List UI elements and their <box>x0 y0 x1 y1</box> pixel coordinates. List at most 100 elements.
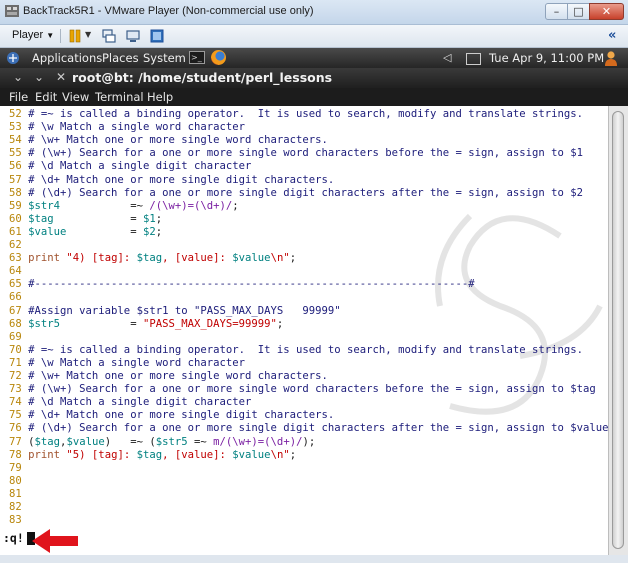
line-number: 67 <box>9 304 29 317</box>
terminal-launcher-icon[interactable]: >_ <box>189 51 205 64</box>
applications-menu[interactable]: Applications <box>32 51 102 65</box>
code-line: 52 # =~ is called a binding operator. It… <box>9 108 583 121</box>
menu-view[interactable]: View <box>62 90 89 104</box>
code-line: 80 <box>9 475 28 488</box>
code-token: "PASS_MAX_DAYS=99999" <box>142 317 277 330</box>
code-token: $str4 <box>28 199 61 212</box>
code-token: $value <box>232 448 271 461</box>
code-line: 70 # =~ is called a binding operator. It… <box>9 344 583 357</box>
code-token: \n" <box>270 448 290 461</box>
line-number: 72 <box>9 370 29 382</box>
terminal-body[interactable]: 52 # =~ is called a binding operator. It… <box>0 106 608 555</box>
code-line: 72 # \w+ Match one or more single word c… <box>9 370 328 383</box>
code-token: ; <box>232 199 239 212</box>
send-ctrl-alt-del-icon[interactable] <box>102 29 116 43</box>
close-icon[interactable]: ✕ <box>56 70 66 84</box>
gnome-top-panel: Applications Places System >_ ◁ Tue Apr … <box>0 48 628 68</box>
code-line: 81 <box>9 488 28 501</box>
firefox-icon[interactable] <box>211 50 226 65</box>
menu-file[interactable]: File <box>9 90 28 104</box>
code-line: 65 #------------------------------------… <box>9 278 475 291</box>
minimize-button[interactable]: – <box>545 3 568 20</box>
collapse-toolbar-button[interactable]: « <box>608 28 616 43</box>
code-token: ; <box>289 252 297 265</box>
code-token: ; <box>276 317 284 330</box>
code-token: $str5 <box>28 317 61 330</box>
pause-icon[interactable] <box>68 29 82 43</box>
terminal-title: root@bt: /home/student/perl_lessons <box>72 70 333 85</box>
code-token: , [value]: <box>162 448 233 461</box>
code-token: $1 <box>142 212 156 225</box>
line-number: 74 <box>9 396 29 409</box>
code-token: \n" <box>270 252 290 265</box>
removable-devices-icon[interactable] <box>126 29 140 43</box>
code-line: 53 # \w Match a single word character <box>9 121 245 134</box>
code-line: 76 # (\d+) Search for a one or more sing… <box>9 422 608 435</box>
line-number: 56 <box>9 160 29 173</box>
line-number: 80 <box>9 474 29 487</box>
toolbar-divider <box>60 29 61 43</box>
speaker-icon[interactable]: ◁ <box>443 51 451 64</box>
line-number: 65 <box>9 278 29 291</box>
red-arrow-icon <box>32 529 78 553</box>
close-button[interactable]: ✕ <box>589 3 624 20</box>
code-token: = <box>53 212 143 225</box>
code-token: , [value]: <box>162 252 233 265</box>
terminal-menubar: File Edit View Terminal Help <box>0 88 628 106</box>
code-token: # (\w+) Search for a one or more single … <box>28 383 596 396</box>
panel-clock[interactable]: Tue Apr 9, 11:00 PM <box>489 51 604 65</box>
vmware-toolbar: Player ▼ ▼ « <box>0 25 628 48</box>
scrollbar-thumb[interactable] <box>612 111 624 549</box>
menu-edit[interactable]: Edit <box>35 90 57 104</box>
line-number: 70 <box>9 343 29 356</box>
user-icon[interactable] <box>604 50 618 66</box>
line-number: 61 <box>9 225 29 238</box>
line-number: 62 <box>9 239 29 251</box>
code-token: = <box>66 225 143 238</box>
code-line: 69 <box>9 331 28 344</box>
code-line: 83 <box>9 514 28 527</box>
code-token: #Assign variable $str1 to "PASS_MAX_DAYS… <box>28 304 341 317</box>
code-token: $value <box>232 252 271 265</box>
line-number: 73 <box>9 383 29 396</box>
terminal-titlebar: ⌄ ⌄ ✕ root@bt: /home/student/perl_lesson… <box>0 68 628 88</box>
code-token: $tag <box>28 212 54 225</box>
code-line: 71 # \w Match a single word character <box>9 357 245 370</box>
code-line: 61 $value = $2; <box>9 226 162 239</box>
code-token: # \d Match a single digit character <box>28 396 252 409</box>
code-token: # \w Match a single word character <box>28 356 245 369</box>
menu-help[interactable]: Help <box>147 90 173 104</box>
applications-menu-icon <box>7 52 19 64</box>
code-token: "4) [tag]: <box>66 252 137 265</box>
vmware-logo-icon <box>5 5 19 17</box>
line-number: 79 <box>9 461 29 474</box>
code-line: 82 <box>9 501 28 514</box>
vmware-titlebar: BackTrack5R1 - VMware Player (Non-commer… <box>0 0 628 25</box>
menu-terminal[interactable]: Terminal <box>95 90 144 104</box>
code-line: 77 ($tag,$value) =~ ($str5 =~ m/(\w+)=(\… <box>9 436 315 449</box>
line-number: 82 <box>9 501 29 513</box>
code-token: "5) [tag]: <box>66 448 137 461</box>
player-menu[interactable]: Player ▼ <box>12 29 54 41</box>
roll-up-icon[interactable]: ⌄ <box>13 70 23 84</box>
mail-icon[interactable] <box>466 53 481 65</box>
chevron-down-icon: ▼ <box>46 31 55 40</box>
code-line: 75 # \d+ Match one or more single digit … <box>9 409 334 422</box>
pause-dropdown-icon[interactable]: ▼ <box>85 30 91 39</box>
line-number: 55 <box>9 147 29 160</box>
line-number: 53 <box>9 121 29 134</box>
terminal-scrollbar[interactable] <box>608 106 628 555</box>
code-token: # (\d+) Search for a one or more single … <box>28 422 608 435</box>
maximize-button[interactable]: □ <box>567 3 590 20</box>
places-menu[interactable]: Places <box>102 51 139 65</box>
window-bottom-edge <box>0 555 628 563</box>
system-menu[interactable]: System <box>143 51 186 65</box>
chevron-down-icon[interactable]: ⌄ <box>34 70 44 84</box>
code-line: 56 # \d Match a single digit character <box>9 160 251 173</box>
code-token: # =~ is called a binding operator. It is… <box>28 343 584 356</box>
code-token: # (\d+) Search for a one or more single … <box>28 186 584 199</box>
code-line: 55 # (\w+) Search for a one or more sing… <box>9 147 583 160</box>
line-number: 64 <box>9 265 29 278</box>
fullscreen-icon[interactable] <box>150 29 164 43</box>
code-token: # =~ is called a binding operator. It is… <box>28 108 584 120</box>
